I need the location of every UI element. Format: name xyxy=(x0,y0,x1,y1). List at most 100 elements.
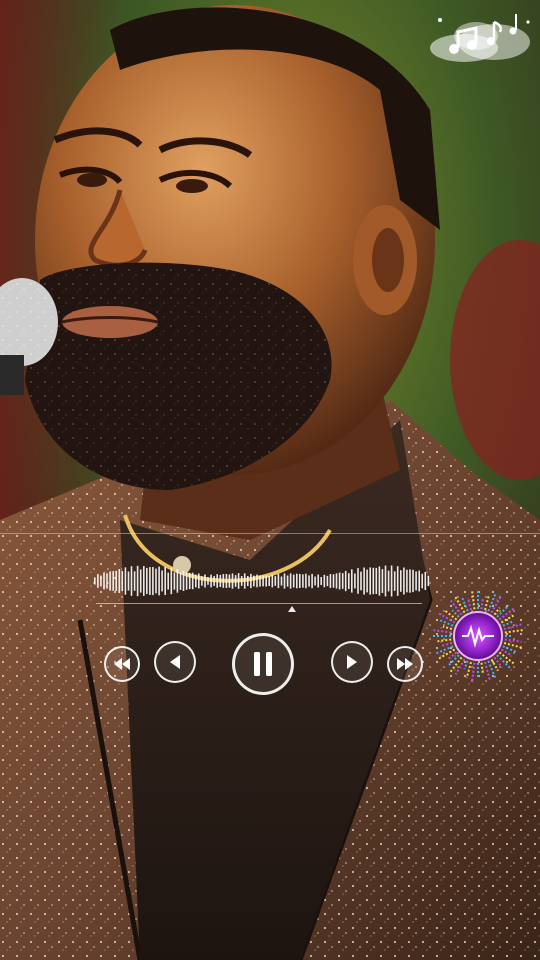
waveform-bar xyxy=(256,574,258,588)
waveform-bar xyxy=(424,571,427,590)
visualizer-ray xyxy=(484,661,491,680)
waveform-bar xyxy=(191,572,194,590)
visualizer-ray xyxy=(461,597,469,612)
waveform-bar xyxy=(103,572,105,590)
divider-line xyxy=(0,533,540,534)
waveform-bar xyxy=(403,567,405,595)
previous-button[interactable] xyxy=(154,641,196,683)
visualizer-ray xyxy=(440,642,453,648)
waveform-bar xyxy=(204,574,206,588)
waveform-bar xyxy=(152,567,154,596)
waveform-bar xyxy=(384,565,387,597)
waveform-bar xyxy=(155,568,157,594)
waveform-bar xyxy=(219,574,222,587)
visualizer-ray xyxy=(502,620,513,627)
waveform-bar xyxy=(427,575,430,587)
waveform-bar xyxy=(106,573,108,589)
waveform-bar xyxy=(329,574,332,588)
waveform-bar xyxy=(406,569,408,593)
waveform-bar xyxy=(109,571,111,591)
rewind-icon xyxy=(114,658,130,670)
waveform-bar xyxy=(213,576,215,586)
waveform-bar xyxy=(286,575,289,587)
visualizer-ray xyxy=(449,599,463,616)
waveform-bar xyxy=(387,570,390,592)
fast-forward-button[interactable] xyxy=(387,646,423,682)
visualizer-ray xyxy=(484,595,490,611)
visualizer-ray xyxy=(496,654,512,670)
waveform-bar xyxy=(146,567,148,594)
pause-button[interactable] xyxy=(232,633,294,695)
waveform-bar xyxy=(369,567,371,595)
waveform-bar xyxy=(158,566,160,596)
visualizer-ray xyxy=(498,651,515,665)
visualizer-ray xyxy=(454,658,466,675)
waveform-bar xyxy=(292,574,295,588)
waveform-bar xyxy=(400,570,402,592)
waveform-bar xyxy=(149,567,151,595)
waveform-bar xyxy=(143,566,145,596)
waveform-bar xyxy=(381,569,384,593)
waveform-bar xyxy=(265,575,267,587)
waveform-bar xyxy=(332,574,335,588)
waveform-bar xyxy=(344,570,347,592)
waveform-bar xyxy=(412,569,414,593)
waveform-bar xyxy=(240,576,243,586)
visualizer-ray xyxy=(433,629,452,634)
seek-bar[interactable] xyxy=(96,603,422,604)
waveform-bar xyxy=(289,573,292,589)
visualizer-ray xyxy=(480,662,484,673)
waveform-bar xyxy=(94,577,96,585)
seek-thumb[interactable] xyxy=(287,606,296,612)
waveform-bar xyxy=(305,573,307,589)
waveform-bar xyxy=(207,577,209,585)
waveform-bar xyxy=(268,576,270,586)
rewind-button[interactable] xyxy=(104,646,140,682)
visualizer-ray xyxy=(470,662,476,683)
waveform-bar xyxy=(393,571,396,591)
waveform-bar xyxy=(363,567,365,595)
waveform-bar xyxy=(262,575,264,587)
waveform-bar xyxy=(378,566,381,596)
waveform-bar xyxy=(280,576,283,586)
waveform-bar xyxy=(118,569,121,593)
waveform-bar xyxy=(164,566,166,595)
visualizer-ray xyxy=(437,638,452,643)
waveform-bar xyxy=(341,573,344,589)
visualizer-ray xyxy=(503,623,522,630)
waveform-bar xyxy=(299,573,301,588)
waveform-bar xyxy=(357,568,359,594)
waveform-bar xyxy=(320,577,322,585)
visualizer-ray xyxy=(504,628,525,634)
visualizer-ray xyxy=(471,590,476,610)
audio-visualizer-icon xyxy=(431,590,525,683)
waveform-bar xyxy=(354,573,356,589)
waveform-bar xyxy=(323,574,326,588)
visualizer-ray xyxy=(504,638,522,643)
waveform-bar xyxy=(421,573,423,589)
background-artwork xyxy=(0,0,540,960)
visualizer-ray xyxy=(502,645,518,654)
waveform-bar xyxy=(127,571,130,591)
waveform-bar xyxy=(259,575,261,587)
waveform-bar xyxy=(351,569,353,593)
waveform-bar xyxy=(234,575,237,587)
waveform-bar xyxy=(317,574,319,588)
visualizer-ray xyxy=(447,654,460,667)
waveform-bar xyxy=(348,573,350,589)
waveform-bar xyxy=(97,574,99,588)
waveform-bar xyxy=(161,570,163,592)
waveform-bar xyxy=(335,573,338,589)
waveform-bar xyxy=(372,567,375,595)
waveform-bar xyxy=(247,576,249,587)
waveform-bar xyxy=(167,572,169,590)
waveform-bar xyxy=(170,567,173,595)
waveform-bar xyxy=(409,569,411,593)
waveform-bar xyxy=(326,575,329,587)
waveform-bar xyxy=(283,573,286,589)
next-button[interactable] xyxy=(331,641,373,683)
play-icon xyxy=(347,655,357,669)
waveform-bar xyxy=(396,566,399,596)
audio-waveform xyxy=(92,560,432,602)
waveform-bar xyxy=(176,569,179,593)
